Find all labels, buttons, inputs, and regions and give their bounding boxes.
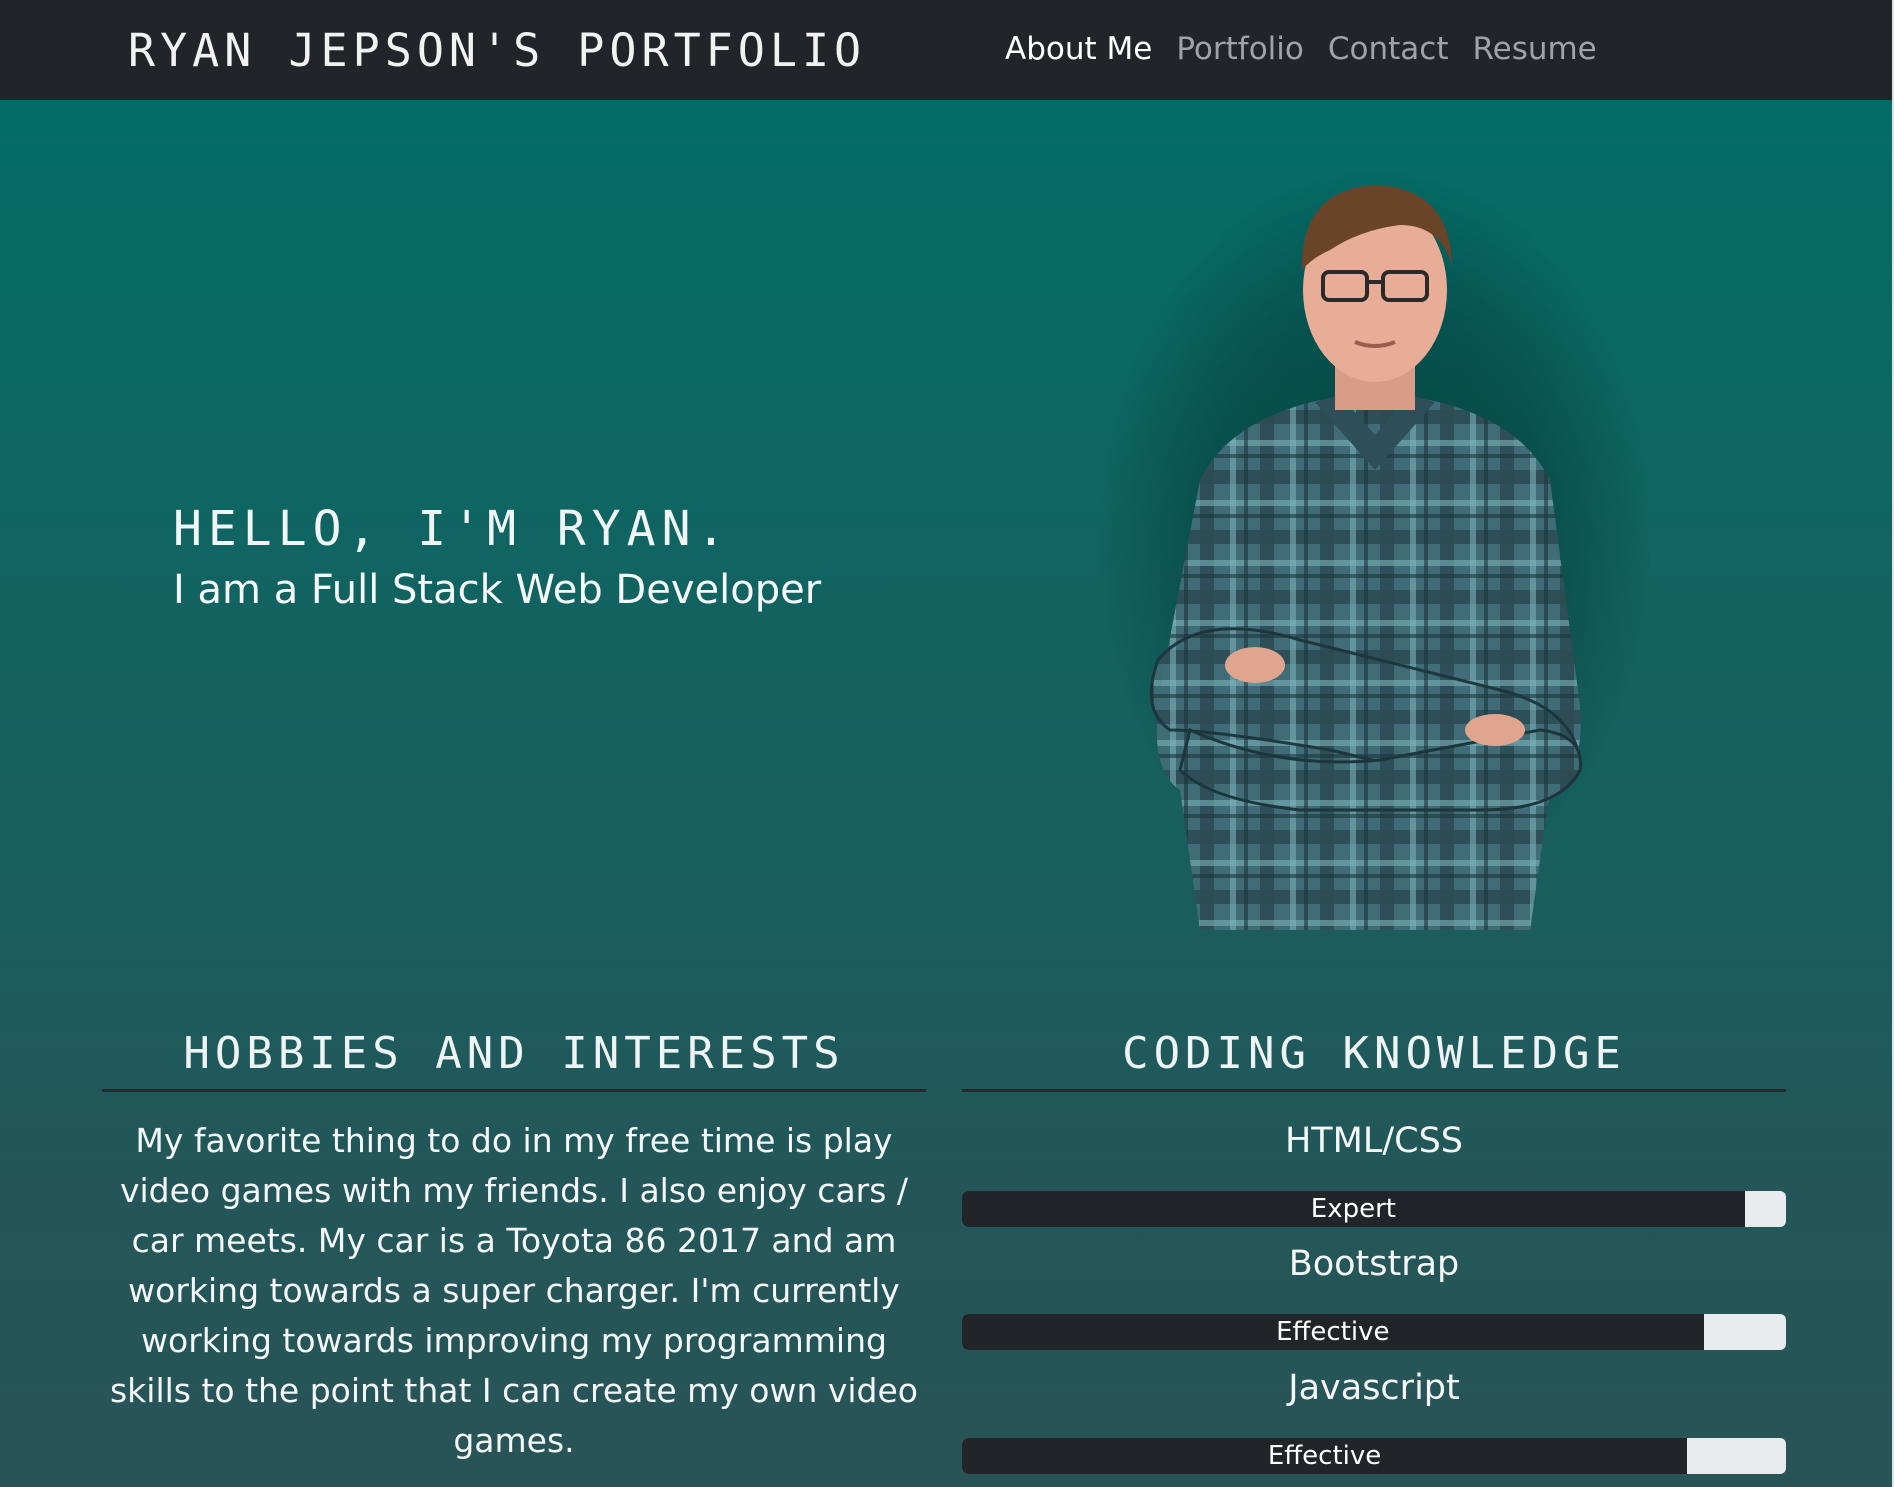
coding-heading: CODING KNOWLEDGE (1122, 1028, 1626, 1079)
skill-bar-bootstrap: Effective (962, 1314, 1786, 1350)
hero-greeting: HELLO, I'M RYAN. (173, 501, 732, 557)
skill-fill: Effective (962, 1438, 1688, 1474)
skill-bar-html-css: Expert (962, 1191, 1786, 1227)
skill-bar-javascript: Effective (962, 1438, 1786, 1474)
coding-divider (962, 1089, 1786, 1092)
brand-logo-link[interactable]: RYAN JEPSON'S PORTFOLIO (128, 26, 866, 76)
nav-link-contact[interactable]: Contact (1328, 28, 1449, 70)
navbar: RYAN JEPSON'S PORTFOLIO About Me Portfol… (0, 0, 1892, 100)
skill-fill: Expert (962, 1191, 1745, 1227)
page: RYAN JEPSON'S PORTFOLIO About Me Portfol… (0, 0, 1892, 1487)
nav-links: About Me Portfolio Contact Resume (1005, 28, 1597, 70)
skill-fill: Effective (962, 1314, 1704, 1350)
portrait-image (1080, 170, 1670, 950)
nav-link-about-me[interactable]: About Me (1005, 28, 1152, 70)
skill-name-bootstrap: Bootstrap (1288, 1244, 1460, 1284)
hobbies-heading: HOBBIES AND INTERESTS (183, 1028, 845, 1079)
hero-title: I am a Full Stack Web Developer (173, 567, 822, 613)
nav-link-resume[interactable]: Resume (1472, 28, 1596, 70)
hobbies-text: My favorite thing to do in my free time … (109, 1121, 919, 1460)
portrait-illustration (1149, 185, 1582, 930)
skill-name-javascript: Javascript (1288, 1368, 1460, 1408)
hobbies-divider (102, 1089, 926, 1092)
skill-name-html-css: HTML/CSS (1284, 1121, 1464, 1161)
nav-link-portfolio[interactable]: Portfolio (1176, 28, 1304, 70)
